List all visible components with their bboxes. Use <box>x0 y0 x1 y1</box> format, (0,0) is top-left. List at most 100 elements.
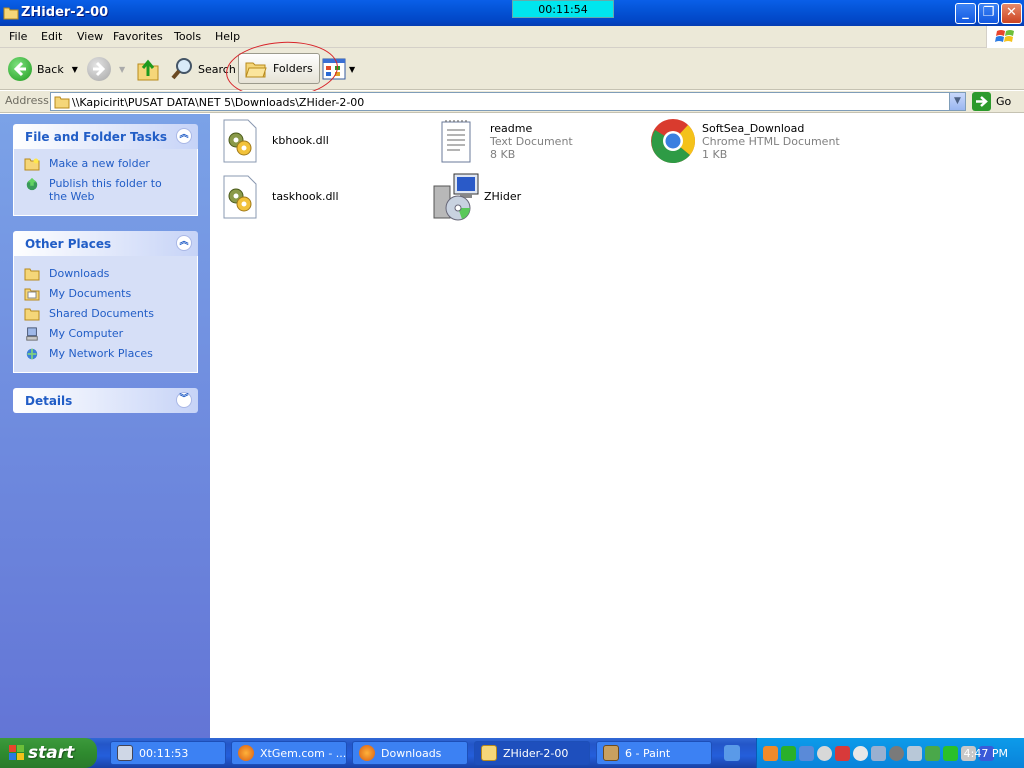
minimize-button[interactable]: _ <box>955 3 976 24</box>
collapse-icon[interactable]: ︽ <box>176 128 192 144</box>
file-item-zhider[interactable]: ZHider <box>432 172 522 221</box>
task-paint[interactable]: 6 - Paint <box>596 741 712 765</box>
printer-icon <box>117 745 133 761</box>
tray-app-icon[interactable] <box>907 745 922 761</box>
tray-app-icon[interactable] <box>799 745 814 761</box>
link-label: My Computer <box>49 327 124 340</box>
place-my-network-places[interactable]: My Network Places <box>24 347 197 361</box>
tray-app-icon[interactable] <box>763 745 778 761</box>
start-label: start <box>28 743 75 763</box>
tray-app-icon[interactable] <box>889 745 904 761</box>
panel-header[interactable]: File and Folder Tasks ︽ <box>13 124 198 149</box>
expand-icon[interactable]: ︾ <box>176 392 192 408</box>
chevron-down-icon[interactable]: ▼ <box>119 65 125 74</box>
menu-help[interactable]: Help <box>215 30 240 43</box>
panel-header[interactable]: Details ︾ <box>13 388 198 413</box>
panel-header[interactable]: Other Places ︽ <box>13 231 198 256</box>
menu-bar: File Edit View Favorites Tools Help <box>0 26 1024 48</box>
task-xtgem[interactable]: XtGem.com - ... <box>231 741 347 765</box>
file-type: Chrome HTML Document <box>702 135 840 148</box>
collapse-icon[interactable]: ︽ <box>176 235 192 251</box>
file-item-readme[interactable]: readme Text Document 8 KB <box>438 118 573 166</box>
folder-icon <box>24 308 40 321</box>
toolbar: Back ▼ ▼ Search Folders ▼ <box>0 48 1024 90</box>
address-bar: Address \\Kapicirit\PUSAT DATA\NET 5\Dow… <box>0 91 1024 113</box>
publish-folder-link[interactable]: Publish this folder to the Web <box>24 177 197 203</box>
title-bar[interactable]: ZHider-2-00 00:11:54 _ ❐ ✕ <box>0 0 1024 26</box>
place-my-documents[interactable]: My Documents <box>24 287 197 301</box>
task-pane: File and Folder Tasks ︽ Make a new folde… <box>0 114 210 738</box>
link-label: My Network Places <box>49 347 153 360</box>
tray-app-icon[interactable] <box>925 745 940 761</box>
go-button[interactable]: Go <box>972 92 1011 111</box>
task-label: XtGem.com - ... <box>260 746 347 760</box>
address-input[interactable]: \\Kapicirit\PUSAT DATA\NET 5\Downloads\Z… <box>50 92 966 111</box>
tray-app-icon[interactable] <box>943 745 958 761</box>
tray-app-icon[interactable] <box>871 745 886 761</box>
quick-launch-icon[interactable] <box>724 745 740 761</box>
task-label: ZHider-2-00 <box>503 746 569 760</box>
close-button[interactable]: ✕ <box>1001 3 1022 24</box>
restore-button[interactable]: ❐ <box>978 3 999 24</box>
back-button[interactable]: Back ▼ <box>8 54 78 84</box>
address-dropdown-button[interactable]: ▼ <box>949 93 965 110</box>
back-label: Back <box>37 62 64 76</box>
link-label: Make a new folder <box>49 157 150 170</box>
go-arrow-icon <box>972 92 991 111</box>
chevron-down-icon[interactable]: ▼ <box>72 65 78 74</box>
shield-icon[interactable] <box>835 745 850 761</box>
folder-icon <box>24 268 40 281</box>
menu-file[interactable]: File <box>9 30 27 43</box>
folder-icon <box>3 7 19 20</box>
taskbar: start 00:11:53 XtGem.com - ... Downloads… <box>0 738 1024 768</box>
menu-edit[interactable]: Edit <box>41 30 62 43</box>
file-type: Text Document <box>490 135 573 148</box>
timer-overlay: 00:11:54 <box>512 0 614 18</box>
other-places-panel: Other Places ︽ Downloads My Documents Sh… <box>13 231 198 373</box>
file-item-taskhook[interactable]: taskhook.dll <box>220 174 339 222</box>
tray-app-icon[interactable] <box>817 745 832 761</box>
menu-view[interactable]: View <box>77 30 103 43</box>
task-timer[interactable]: 00:11:53 <box>110 741 226 765</box>
paint-icon <box>603 745 619 761</box>
computer-icon <box>26 327 38 341</box>
menu-favorites[interactable]: Favorites <box>113 30 163 43</box>
place-my-computer[interactable]: My Computer <box>24 327 197 341</box>
task-label: 6 - Paint <box>625 746 671 760</box>
link-label: Shared Documents <box>49 307 154 320</box>
panel-title: Details <box>25 394 73 408</box>
dll-icon <box>220 174 264 222</box>
chevron-down-icon: ▼ <box>349 64 356 74</box>
my-documents-icon <box>24 288 40 301</box>
dll-icon <box>220 118 264 166</box>
task-label: Downloads <box>381 746 442 760</box>
place-shared-documents[interactable]: Shared Documents <box>24 307 197 321</box>
place-downloads[interactable]: Downloads <box>24 267 197 281</box>
forward-button[interactable]: ▼ <box>87 54 125 84</box>
window-title: ZHider-2-00 <box>21 5 109 20</box>
task-downloads[interactable]: Downloads <box>352 741 468 765</box>
network-icon <box>26 348 38 360</box>
clock[interactable]: 4:47 PM <box>964 747 1008 760</box>
file-name: ZHider <box>484 190 522 203</box>
make-new-folder-link[interactable]: Make a new folder <box>24 157 197 171</box>
task-zhider[interactable]: ZHider-2-00 <box>474 741 590 765</box>
menu-tools[interactable]: Tools <box>174 30 201 43</box>
publish-web-icon <box>26 177 38 191</box>
file-item-softsea-download[interactable]: SoftSea_Download Chrome HTML Document 1 … <box>650 118 840 166</box>
up-folder-button[interactable] <box>136 54 160 84</box>
start-button[interactable]: start <box>0 738 97 768</box>
system-tray: 4:47 PM <box>756 738 1024 768</box>
windows-flag-icon <box>9 745 24 760</box>
folder-icon <box>481 745 497 761</box>
tray-app-icon[interactable] <box>781 745 796 761</box>
installer-icon <box>432 172 482 221</box>
panel-title: File and Folder Tasks <box>25 130 168 144</box>
file-size: 1 KB <box>702 148 728 161</box>
file-name: SoftSea_Download <box>702 122 805 135</box>
firefox-icon <box>359 745 375 761</box>
tray-app-icon[interactable] <box>853 745 868 761</box>
address-label: Address <box>5 94 49 107</box>
search-icon <box>171 58 192 80</box>
file-item-kbhook[interactable]: kbhook.dll <box>220 118 329 166</box>
